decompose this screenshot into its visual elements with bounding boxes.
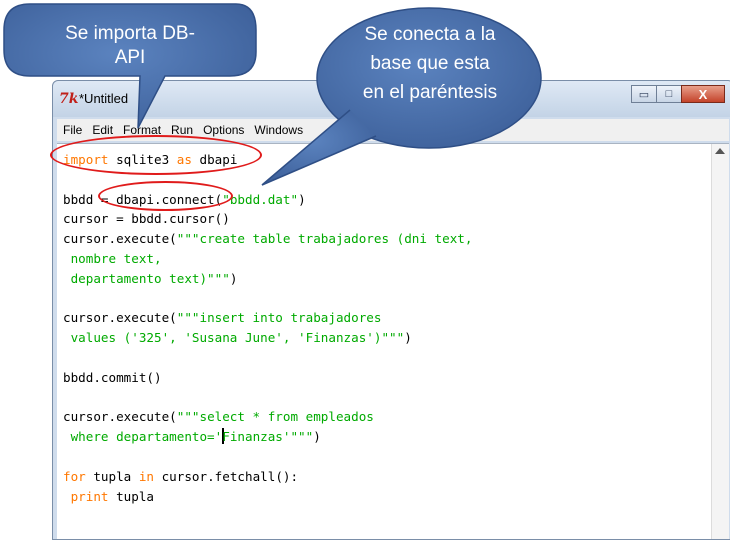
right-callout-tail <box>262 110 376 185</box>
right-callout-text: Se conecta a la base que esta en el paré… <box>362 24 498 103</box>
left-callout-text: Se importa DB-API <box>65 23 195 68</box>
